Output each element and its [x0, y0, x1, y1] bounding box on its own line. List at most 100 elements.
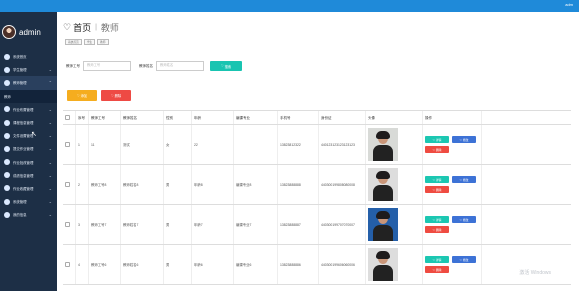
student-icon [4, 66, 10, 73]
add-button[interactable]: ♡ 添加 [67, 90, 97, 101]
search-button[interactable]: ♡ 搜索 [210, 61, 242, 71]
chevron-down-icon: ⌄ [48, 146, 52, 152]
age-cell: 年龄6 [192, 245, 234, 284]
detail-button[interactable]: ♡ 详情 [425, 176, 449, 183]
select-all-cell[interactable] [63, 111, 76, 124]
delete-row-button[interactable]: ♡ 删除 [425, 266, 449, 273]
page-heading: ♡ 首页 | 教师 [63, 21, 119, 34]
teacher-photo [368, 208, 398, 241]
row-select-cell[interactable] [63, 165, 76, 204]
sidebar-item-teacher[interactable]: 教师 [0, 89, 57, 103]
heart-icon: ♡ [432, 257, 436, 262]
id-card-cell: 440300199606060006 [319, 245, 366, 284]
photo-cell [366, 165, 423, 204]
gender-cell: 男 [164, 245, 192, 284]
breadcrumb-item-students[interactable]: 学生 [83, 39, 96, 45]
teacher-photo [368, 128, 398, 161]
delete-selected-button[interactable]: ♡ 删除 [101, 90, 131, 101]
sidebar-item-teachers[interactable]: 教师管理 ⌃ [0, 76, 57, 90]
sidebar-item-system[interactable]: 系统管理 ⌄ [0, 195, 57, 208]
gender-cell: 女 [164, 125, 192, 164]
select-all-checkbox[interactable] [65, 115, 70, 120]
heart-icon: ♡ [110, 93, 114, 98]
sidebar-item-label: 课程信息管理 [13, 121, 34, 126]
id-card-cell: 440123123123123123 [319, 125, 366, 164]
operation-cell: ♡ 详情 ♡ 修改 ♡ 删除 [423, 125, 482, 164]
teacher-name-cell: 测试 [121, 125, 164, 164]
sidebar-item-label: 系统首页 [13, 55, 27, 60]
delete-row-button[interactable]: ♡ 删除 [425, 146, 449, 153]
sidebar-item-home[interactable]: 系统首页 [0, 50, 57, 63]
index-cell: 1 [76, 125, 89, 164]
breadcrumb-item-teachers[interactable]: 教师 [97, 39, 109, 45]
delete-label: 删除 [435, 267, 442, 272]
column-header-index: 序号 [76, 111, 89, 124]
sidebar-item-label: 作业布置管理 [13, 107, 34, 112]
detail-button[interactable]: ♡ 详情 [425, 216, 449, 223]
sidebar-item-grading[interactable]: 作业批改管理 ⌄ [0, 156, 57, 169]
sidebar-item-students[interactable]: 学生管理 ⌄ [0, 63, 57, 76]
row-checkbox[interactable] [65, 222, 70, 227]
teacher-name-input[interactable]: 教师姓名 [156, 61, 204, 71]
chevron-down-icon: ⌄ [48, 172, 52, 178]
chevron-down-icon: ⌄ [48, 119, 52, 125]
row-select-cell[interactable] [63, 205, 76, 244]
breadcrumb-item-home[interactable]: 系统首页 [65, 39, 82, 45]
id-card-cell: 440300199707070007 [319, 205, 366, 244]
edit-button[interactable]: ♡ 修改 [452, 256, 476, 263]
table-header-row: 序号 教师工号 教师姓名 性别 年龄 编课专业 手机号 身份证 头像 操作 [63, 111, 571, 125]
edit-button[interactable]: ♡ 修改 [452, 136, 476, 143]
sidebar-item-courses[interactable]: 课程信息管理 ⌄ [0, 116, 57, 129]
delete-row-button[interactable]: ♡ 删除 [425, 226, 449, 233]
operation-buttons-row: ♡ 详情 ♡ 修改 [425, 216, 476, 223]
heart-icon: ♡ [432, 217, 436, 222]
edit-button[interactable]: ♡ 修改 [452, 176, 476, 183]
page-title: 首页 [73, 23, 92, 33]
sidebar-item-favorites[interactable]: 作业收藏管理 ⌄ [0, 182, 57, 195]
sidebar-item-profile[interactable]: 我的信息 ⌄ [0, 208, 57, 221]
detail-button[interactable]: ♡ 详情 [425, 136, 449, 143]
teacher-number-input[interactable]: 教师工号 [83, 61, 131, 71]
top-user-label[interactable]: adm [565, 2, 573, 7]
major-cell: 编课专业6 [234, 245, 278, 284]
teacher-name-label: 教师姓名 [139, 63, 153, 68]
sidebar-item-files[interactable]: 文件设置管理 ⌄ [0, 129, 57, 142]
course-icon [4, 119, 10, 126]
row-select-cell[interactable] [63, 125, 76, 164]
sidebar-item-assignments[interactable]: 作业布置管理 ⌄ [0, 103, 57, 116]
operation-buttons-row: ♡ 详情 ♡ 修改 [425, 176, 476, 183]
teacher-number-cell: 教师工号7 [89, 205, 121, 244]
table-row: 3 教师工号7 教师姓名7 男 年龄7 编课专业7 13823888887 44… [63, 205, 571, 245]
sidebar-item-label: 教师 [4, 94, 11, 99]
id-card-cell: 440300199808080008 [319, 165, 366, 204]
submit-icon [4, 145, 10, 152]
photo-body-shape [373, 145, 393, 161]
gender-cell: 男 [164, 205, 192, 244]
photo-body-shape [373, 185, 393, 201]
assignment-icon [4, 106, 10, 113]
photo-hair-shape [376, 171, 390, 179]
heart-icon: ♡ [220, 64, 224, 68]
sidebar-item-scores[interactable]: 成绩信息管理 ⌄ [0, 169, 57, 182]
admin-name: admin [19, 27, 41, 37]
row-checkbox[interactable] [65, 262, 70, 267]
heart-icon: ♡ [63, 22, 72, 32]
sidebar-item-submissions[interactable]: 提交作业管理 ⌄ [0, 142, 57, 155]
photo-body-shape [373, 225, 393, 241]
heart-icon: ♡ [432, 267, 436, 272]
phone-cell: 13823888888 [278, 165, 319, 204]
row-checkbox[interactable] [65, 142, 70, 147]
detail-label: 详情 [435, 217, 442, 222]
heart-icon: ♡ [432, 147, 436, 152]
row-checkbox[interactable] [65, 182, 70, 187]
delete-label: 删除 [435, 147, 442, 152]
heart-icon: ♡ [432, 177, 436, 182]
column-header-teacher-number: 教师工号 [89, 111, 121, 124]
operation-buttons-row: ♡ 详情 ♡ 修改 [425, 256, 476, 263]
edit-button[interactable]: ♡ 修改 [452, 216, 476, 223]
detail-button[interactable]: ♡ 详情 [425, 256, 449, 263]
delete-button-label: 删除 [114, 94, 122, 98]
sidebar-item-label: 成绩信息管理 [13, 173, 34, 178]
row-select-cell[interactable] [63, 245, 76, 284]
delete-row-button[interactable]: ♡ 删除 [425, 186, 449, 193]
